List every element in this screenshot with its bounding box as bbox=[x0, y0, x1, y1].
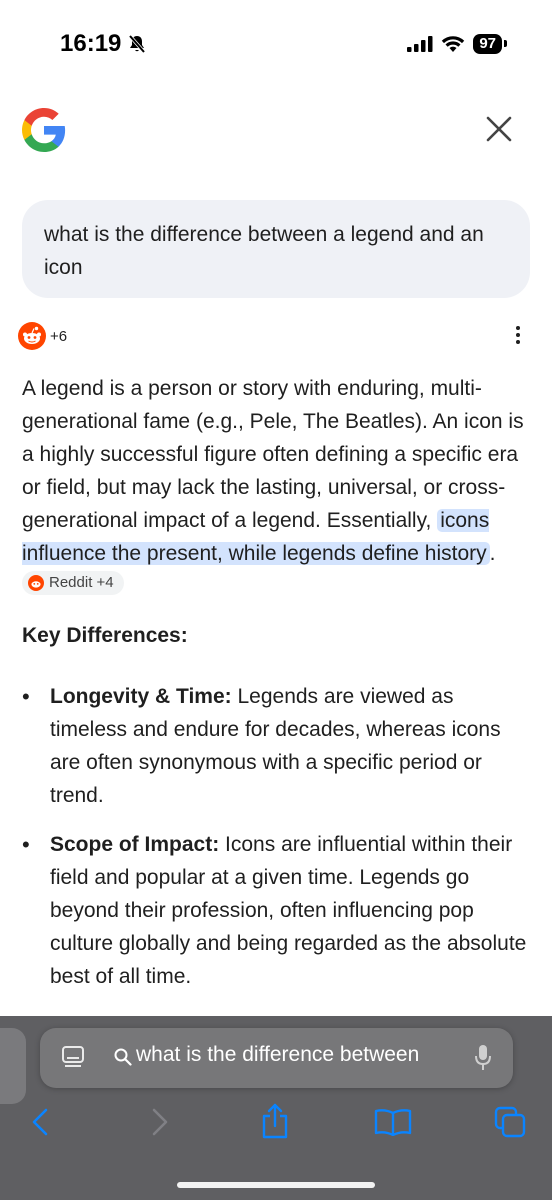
sources-row[interactable]: +6 bbox=[18, 322, 67, 350]
reddit-icon bbox=[28, 575, 44, 591]
google-logo-icon bbox=[22, 108, 66, 152]
answer-period: . bbox=[489, 542, 496, 565]
home-indicator bbox=[177, 1182, 375, 1188]
source-chip-label: Reddit +4 bbox=[49, 574, 114, 591]
address-bar[interactable]: what is the difference between bbox=[40, 1028, 513, 1088]
list-item: Scope of Impact: Icons are influential w… bbox=[22, 828, 532, 993]
search-icon bbox=[114, 1048, 132, 1066]
battery-indicator: 97 bbox=[473, 34, 507, 54]
bookmarks-icon[interactable] bbox=[374, 1108, 412, 1136]
list-item: Longevity & Time: Legends are viewed as … bbox=[22, 680, 532, 812]
share-icon[interactable] bbox=[260, 1102, 290, 1140]
microphone-icon[interactable] bbox=[474, 1044, 492, 1072]
page-menu-icon[interactable] bbox=[62, 1046, 84, 1070]
sources-count: +6 bbox=[50, 327, 68, 345]
toolbar-icons bbox=[0, 1103, 552, 1156]
close-icon[interactable] bbox=[482, 112, 516, 146]
status-right: 97 bbox=[407, 34, 507, 54]
page: 16:19 97 what is the difference between … bbox=[0, 0, 552, 1200]
wifi-icon bbox=[442, 36, 465, 52]
differences-list: Longevity & Time: Legends are viewed as … bbox=[22, 680, 532, 1009]
forward-icon[interactable] bbox=[150, 1106, 170, 1138]
source-chip[interactable]: Reddit +4 bbox=[22, 571, 124, 595]
cellular-signal-icon bbox=[407, 36, 433, 52]
bell-slash-icon bbox=[129, 34, 146, 54]
query-bubble: what is the difference between a legend … bbox=[22, 200, 530, 298]
status-bar: 16:19 97 bbox=[0, 0, 552, 92]
section-title: Key Differences: bbox=[22, 624, 188, 647]
list-item-term: Scope of Impact: bbox=[50, 833, 220, 856]
reddit-icon bbox=[18, 322, 46, 350]
previous-tab-edge[interactable] bbox=[0, 1028, 26, 1104]
list-item-text: Icons are influential within their field… bbox=[50, 833, 527, 988]
status-time: 16:19 bbox=[60, 30, 122, 57]
tabs-icon[interactable] bbox=[494, 1106, 526, 1138]
list-item-term: Longevity & Time: bbox=[50, 685, 232, 708]
address-text: what is the difference between bbox=[136, 1043, 420, 1066]
answer-paragraph: A legend is a person or story with endur… bbox=[22, 372, 534, 603]
browser-toolbar: what is the difference between bbox=[0, 1016, 552, 1200]
more-options-icon[interactable] bbox=[512, 326, 524, 350]
back-icon[interactable] bbox=[30, 1106, 50, 1138]
status-time-group: 16:19 bbox=[60, 30, 147, 58]
